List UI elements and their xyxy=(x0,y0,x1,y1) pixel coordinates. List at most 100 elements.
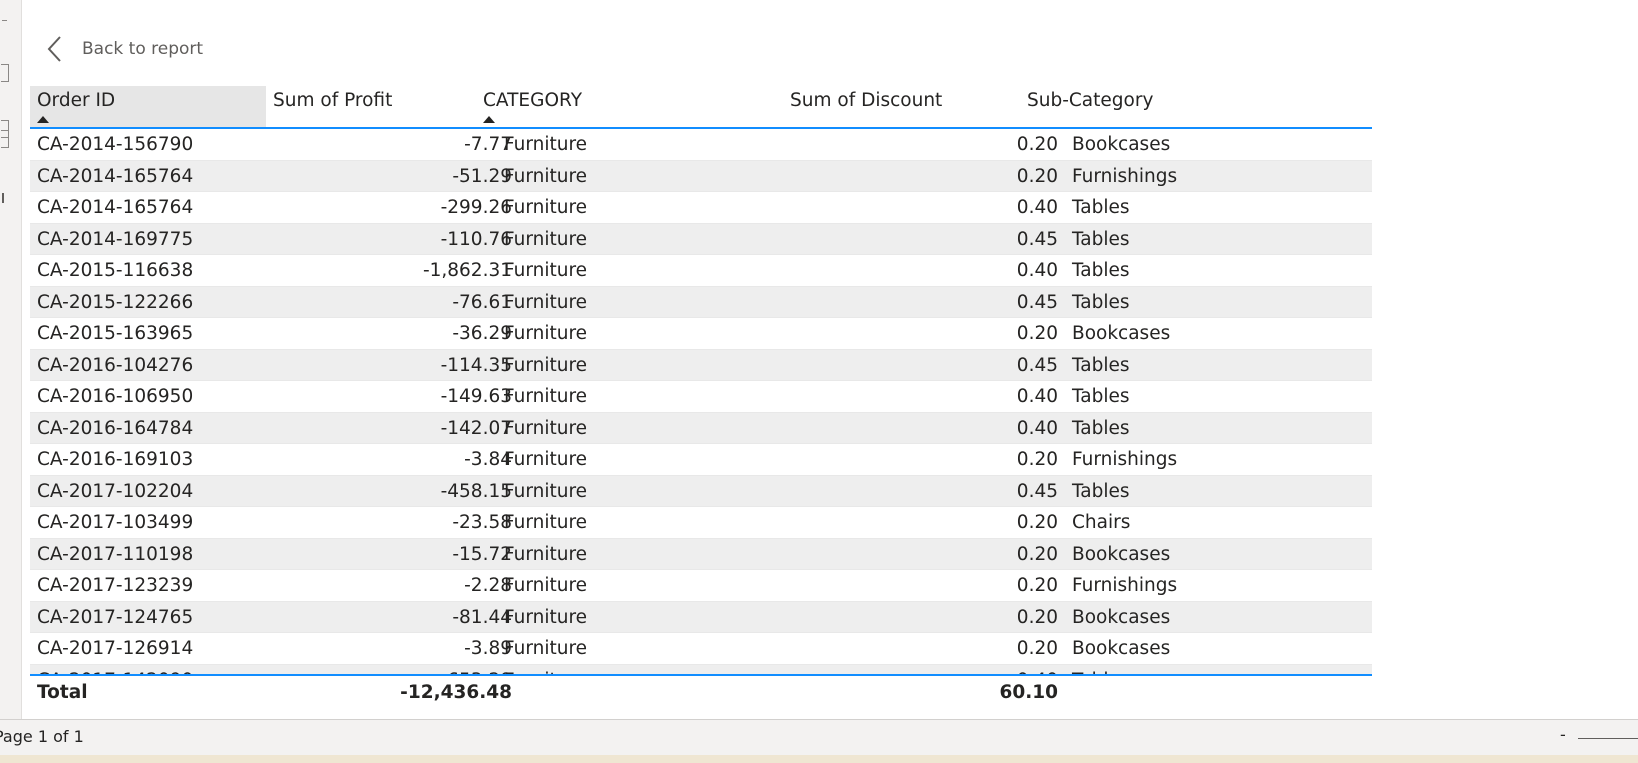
cell-order-id: CA-2017-126914 xyxy=(37,638,194,659)
cell-sum-of-discount: 0.20 xyxy=(1016,575,1058,596)
table-row[interactable]: CA-2014-156790 -7.77 Furniture 0.20 Bookcase… xyxy=(30,129,1372,161)
rail-dash xyxy=(2,20,7,21)
table-row[interactable]: CA-2017-102204 -458.15 Furniture 0.45 Tables xyxy=(30,475,1372,507)
back-to-report-label: Back to report xyxy=(82,39,204,59)
table-visual[interactable]: Order ID Sum of Profit CATEGORY Sum of D… xyxy=(30,86,1372,710)
cell-sum-of-discount: 0.20 xyxy=(1016,449,1058,470)
cell-order-id: CA-2015-163965 xyxy=(37,323,194,344)
cell-sum-of-discount: 0.20 xyxy=(1016,543,1058,565)
column-header-category[interactable]: CATEGORY xyxy=(476,86,783,127)
model-view-icon[interactable] xyxy=(1,130,9,148)
table-row[interactable]: CA-2016-169103 -3.84 Furniture 0.20 Furnishi… xyxy=(30,444,1372,476)
cell-order-id: CA-2016-164784 xyxy=(37,417,194,439)
chevron-left-icon xyxy=(47,36,61,62)
cell-category: Furniture xyxy=(504,386,588,407)
cell-category: Furniture xyxy=(504,134,588,155)
column-header-label: Sum of Discount xyxy=(790,90,943,111)
table-body[interactable]: CA-2014-156790 -7.77 Furniture 0.20 Bookcase… xyxy=(30,129,1372,676)
cell-sub-category: Tables xyxy=(1072,197,1130,218)
cell-category: Furniture xyxy=(504,480,588,502)
cell-category: Furniture xyxy=(504,260,588,281)
column-header-order-id[interactable]: Order ID xyxy=(30,86,266,127)
cell-sum-of-profit: -114.35 xyxy=(440,354,512,376)
cell-sum-of-profit: -299.26 xyxy=(440,197,512,218)
cell-sum-of-discount: 0.45 xyxy=(1016,228,1058,250)
table-row[interactable]: CA-2017-110198 -15.72 Furniture 0.20 Bookcas… xyxy=(30,538,1372,570)
cell-sum-of-discount: 0.40 xyxy=(1016,386,1058,407)
cell-order-id: CA-2017-103499 xyxy=(37,512,194,533)
cell-sub-category: Tables xyxy=(1072,291,1130,313)
table-row[interactable]: CA-2015-163965 -36.29 Furniture 0.20 Bookcas… xyxy=(30,318,1372,350)
cell-order-id: CA-2017-102204 xyxy=(37,480,194,502)
cell-sub-category: Bookcases xyxy=(1072,543,1171,565)
table-row[interactable]: CA-2014-165764 -299.26 Furniture 0.40 Tables xyxy=(30,192,1372,224)
cell-category: Furniture xyxy=(504,354,588,376)
cell-sum-of-profit: -149.63 xyxy=(440,386,512,407)
zoom-out-button[interactable]: - xyxy=(1560,725,1566,744)
cell-category: Furniture xyxy=(504,228,588,250)
cell-sum-of-discount: 0.45 xyxy=(1016,291,1058,313)
table-row[interactable]: CA-2017-103499 -23.58 Furniture 0.20 Chairs xyxy=(30,507,1372,539)
cell-sub-category: Tables xyxy=(1072,228,1130,250)
column-header-sub-category[interactable]: Sub-Category xyxy=(1020,86,1372,127)
table-row[interactable]: CA-2014-165764 -51.29 Furniture 0.20 Furnish… xyxy=(30,160,1372,192)
left-rail xyxy=(0,0,22,719)
cell-sum-of-profit: -142.07 xyxy=(440,417,512,439)
column-header-sum-of-discount[interactable]: Sum of Discount xyxy=(783,86,1023,127)
cell-sum-of-discount: 0.40 xyxy=(1017,665,1058,675)
cell-sum-of-discount: 0.40 xyxy=(1016,417,1058,439)
column-header-label: Sum of Profit xyxy=(273,90,393,111)
cell-sum-of-discount: 0.20 xyxy=(1016,323,1058,344)
cell-sum-of-profit: -653.28 xyxy=(441,665,512,675)
cell-sub-category: Bookcases xyxy=(1072,638,1171,659)
table-row[interactable]: CA-2016-106950 -149.63 Furniture 0.40 Tables xyxy=(30,381,1372,413)
cell-order-id: CA-2014-165764 xyxy=(37,197,194,218)
cell-sum-of-discount: 0.20 xyxy=(1016,638,1058,659)
cell-category: Furniture xyxy=(504,512,588,533)
table-row[interactable]: CA-2017-124765 -81.44 Furniture 0.20 Bookcas… xyxy=(30,601,1372,633)
cell-sum-of-discount: 0.20 xyxy=(1016,606,1058,628)
cell-sum-of-discount: 0.40 xyxy=(1016,260,1058,281)
cell-sub-category: Bookcases xyxy=(1072,134,1171,155)
column-header-label: Order ID xyxy=(37,90,116,111)
cell-order-id: CA-2017-110198 xyxy=(37,543,194,565)
cell-sub-category: Bookcases xyxy=(1072,606,1171,628)
rail-marker xyxy=(2,193,4,203)
table-row[interactable]: CA-2015-116638 -1,862.31 Furniture 0.40 Tabl… xyxy=(30,255,1372,287)
table-row[interactable]: CA-2017-123239 -2.28 Furniture 0.20 Furnishi… xyxy=(30,570,1372,602)
cell-sub-category: Furnishings xyxy=(1072,165,1178,187)
cell-sub-category: Bookcases xyxy=(1072,323,1171,344)
taskbar-strip xyxy=(0,755,1638,763)
sort-ascending-icon xyxy=(483,116,495,123)
table-row[interactable]: CA-2015-122266 -76.61 Furniture 0.45 Tables xyxy=(30,286,1372,318)
total-sum-of-discount: 60.10 xyxy=(999,682,1058,703)
cell-category: Furniture xyxy=(504,543,588,565)
cell-order-id: CA-2016-169103 xyxy=(37,449,194,470)
cell-category: Furniture xyxy=(504,165,588,187)
cell-category: Furniture xyxy=(504,417,588,439)
cell-category: Furniture xyxy=(504,291,588,313)
cell-sub-category: Furnishings xyxy=(1072,449,1178,470)
table-row[interactable]: CA-2017-126914 -3.89 Furniture 0.20 Bookcase… xyxy=(30,633,1372,665)
cell-category: Furniture xyxy=(504,575,588,596)
cell-sum-of-discount: 0.45 xyxy=(1016,480,1058,502)
zoom-slider[interactable] xyxy=(1578,738,1638,739)
report-view-icon[interactable] xyxy=(1,64,9,82)
cell-sum-of-discount: 0.20 xyxy=(1016,512,1058,533)
cell-order-id: CA-2014-169775 xyxy=(37,228,194,250)
cell-order-id: CA-2016-104276 xyxy=(37,354,194,376)
column-header-sum-of-profit[interactable]: Sum of Profit xyxy=(266,86,476,127)
column-header-label: Sub-Category xyxy=(1027,90,1154,111)
cell-sub-category: Tables xyxy=(1072,354,1130,376)
table-row[interactable]: CA-2017-142090 -653.28Furniture 0.40 Tables xyxy=(30,664,1372,675)
cell-sub-category: Tables xyxy=(1072,260,1130,281)
cell-order-id: CA-2017-123239 xyxy=(37,575,194,596)
cell-sub-category: Furnishings xyxy=(1072,575,1178,596)
back-to-report-button[interactable]: Back to report xyxy=(44,34,203,64)
table-row[interactable]: CA-2016-164784 -142.07 Furniture 0.40 Tables xyxy=(30,412,1372,444)
cell-sub-category: Tables xyxy=(1072,665,1129,675)
cell-sum-of-discount: 0.40 xyxy=(1016,197,1058,218)
table-row[interactable]: CA-2014-169775 -110.76 Furniture 0.45 Tables xyxy=(30,223,1372,255)
table-row[interactable]: CA-2016-104276 -114.35 Furniture 0.45 Tables xyxy=(30,349,1372,381)
cell-order-id: CA-2016-106950 xyxy=(37,386,194,407)
